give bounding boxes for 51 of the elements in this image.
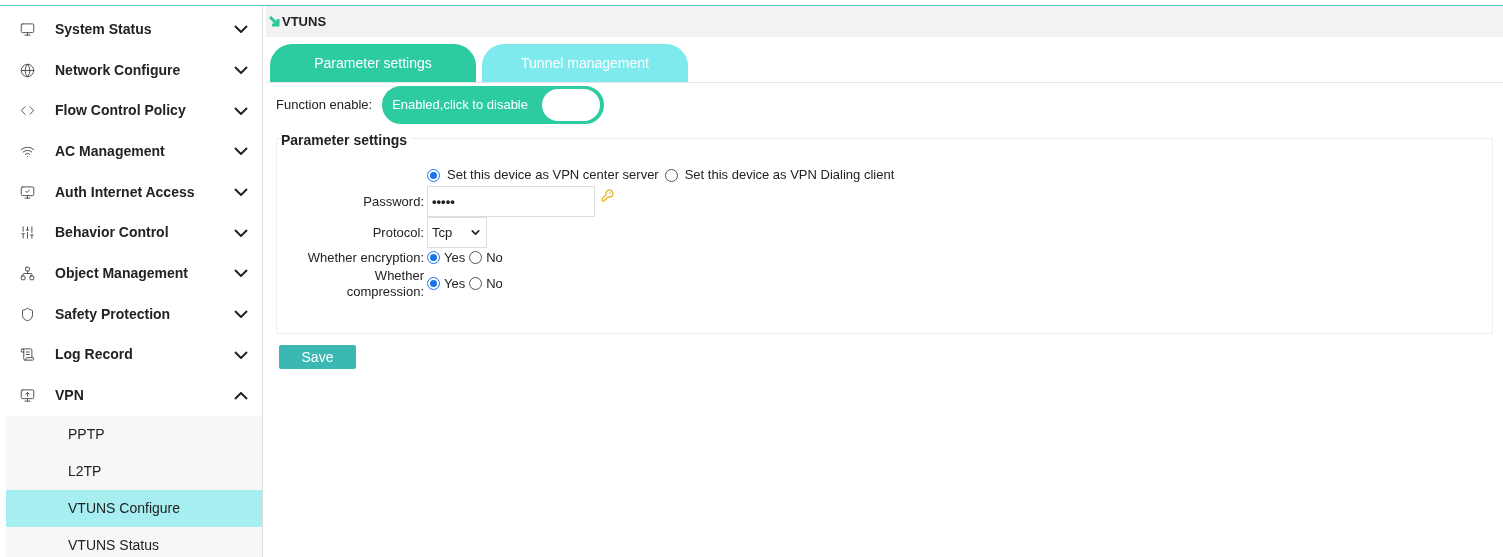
radio-button[interactable] [469, 251, 483, 265]
page-title: VTUNS [282, 12, 327, 31]
sidebar-item[interactable]: Behavior Control [6, 212, 262, 254]
radio-label: No [486, 274, 503, 293]
radio-label: Yes [444, 274, 466, 293]
screen-icon [20, 184, 35, 200]
submenu-item[interactable]: VTUNS Configure [6, 489, 262, 527]
sliders-icon [20, 225, 35, 241]
field-label: Whether encryption: [306, 249, 424, 267]
sidebar-item[interactable]: Flow Control Policy [6, 90, 262, 132]
chevron-up-icon [234, 391, 248, 400]
monitor-icon [20, 21, 35, 37]
submenu-item[interactable]: PPTP [6, 415, 262, 453]
sidebar-item[interactable]: Safety Protection [6, 293, 262, 335]
radio-label: Set this device as VPN center server [447, 166, 659, 185]
sidebar-item[interactable]: AC Management [6, 131, 262, 172]
protocol-select[interactable]: Tcp [427, 217, 487, 248]
chevron-down-icon [234, 269, 248, 278]
field-label: Password: [362, 192, 424, 211]
sidebar-item[interactable]: Log Record [6, 334, 262, 376]
document-icon [20, 347, 35, 363]
radio-button[interactable] [469, 277, 483, 290]
field-label: Function enable: [276, 96, 373, 115]
field-label: Whether compression: [345, 267, 424, 300]
chevron-down-icon [234, 228, 248, 237]
chevron-down-icon [234, 188, 248, 197]
chevron-down-icon [234, 350, 248, 359]
sidebar-item[interactable]: Network Configure [6, 49, 262, 91]
wifi-icon [20, 143, 35, 159]
password-field[interactable]: ••••• [427, 186, 595, 217]
radio-label: No [486, 249, 503, 267]
network-icon [20, 265, 35, 281]
chevron-down-icon [234, 66, 248, 75]
sidebar-item[interactable]: Object Management [6, 253, 262, 294]
chevron-down-icon [234, 106, 248, 115]
radio-label: Yes [444, 249, 466, 267]
sidebar-item[interactable]: System Status [6, 9, 262, 50]
arrow-icon [269, 16, 280, 27]
radio-label: Set this device as VPN Dialing client [684, 166, 895, 185]
submenu-item[interactable]: VTUNS Status [6, 526, 262, 557]
monitor-icon [20, 388, 35, 404]
field-label: Protocol: [371, 223, 424, 242]
shield-icon [20, 306, 35, 322]
chevron-down-icon [234, 25, 248, 34]
submenu-item[interactable]: L2TP [6, 452, 262, 490]
chevron-down-icon [234, 310, 248, 319]
globe-icon [20, 62, 35, 78]
radio-button[interactable] [664, 168, 678, 182]
sidebar-item[interactable]: Auth Internet Access [6, 171, 262, 213]
chevron-down-icon [234, 147, 248, 156]
sidebar-item[interactable]: VPN [6, 375, 262, 416]
